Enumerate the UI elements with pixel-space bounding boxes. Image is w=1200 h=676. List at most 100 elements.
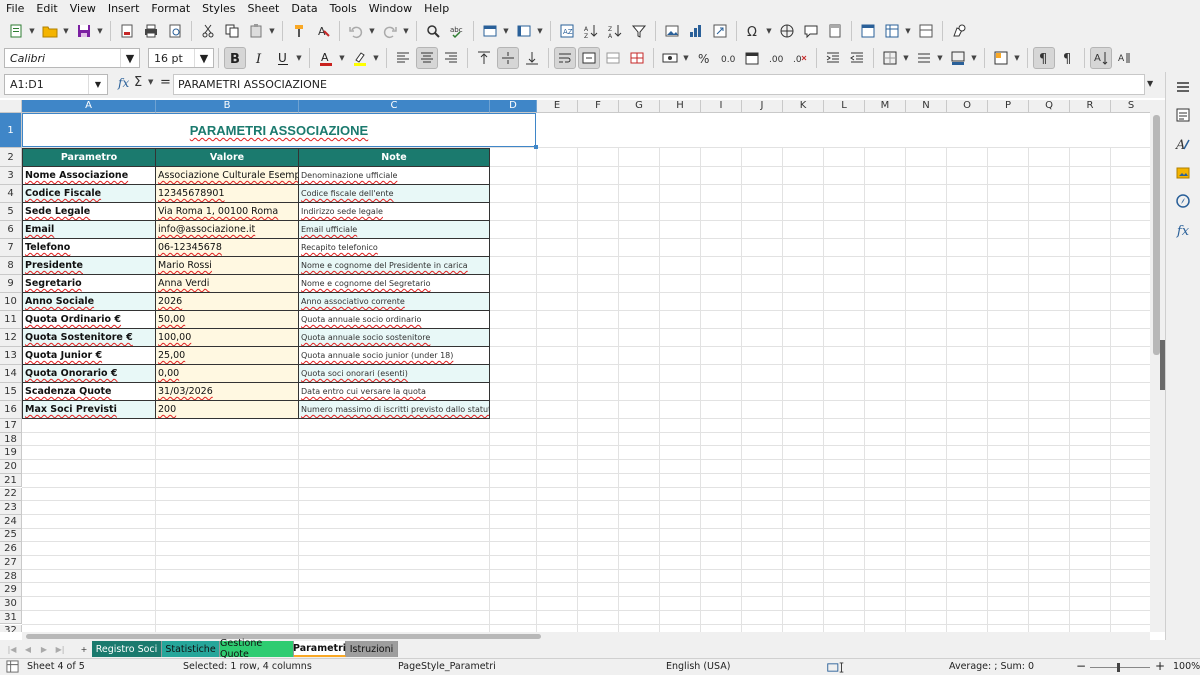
value-cell[interactable]: Associazione Culturale Esempio APS [156,167,299,185]
highlight-dropdown-icon[interactable]: ▼ [372,47,380,69]
freeze-dropdown-icon[interactable]: ▼ [904,20,912,42]
wrap-text-icon[interactable] [554,47,576,69]
row-header-3[interactable]: 3 [0,167,22,185]
menu-help[interactable]: Help [418,0,455,17]
value-cell[interactable]: 200 [156,401,299,419]
chevron-down-icon[interactable]: ▼ [194,49,213,67]
increase-indent-icon[interactable] [822,47,844,69]
redo-icon[interactable] [379,20,401,42]
row-header-15[interactable]: 15 [0,383,22,401]
column-header-j[interactable]: J [742,100,783,113]
vertical-scroll-thumb[interactable] [1153,115,1160,355]
name-box[interactable]: A1:D1 ▼ [4,74,108,95]
borders-icon[interactable] [879,47,901,69]
sort-ascending-icon[interactable]: AZ [580,20,602,42]
value-cell[interactable]: 06-12345678 [156,239,299,257]
spreadsheet-grid[interactable]: PARAMETRI ASSOCIAZIONE Parametro Valore No… [22,113,1150,632]
conditional-dropdown-icon[interactable]: ▼ [1013,47,1021,69]
align-left-icon[interactable] [392,47,414,69]
language[interactable]: English (USA) [666,661,730,672]
expand-formula-bar-icon[interactable]: ▼ [1147,79,1153,88]
conditional-format-icon[interactable] [990,47,1012,69]
properties-icon[interactable] [1174,106,1192,124]
row-header-1[interactable]: 1 [0,113,22,148]
zoom-slider-handle[interactable] [1117,663,1120,672]
find-replace-icon[interactable] [422,20,444,42]
param-cell[interactable]: Codice Fiscale [22,185,156,203]
decrease-indent-icon[interactable] [846,47,868,69]
value-cell[interactable]: 25,00 [156,347,299,365]
param-cell[interactable]: Anno Sociale [22,293,156,311]
header-cell-parametro[interactable]: Parametro [22,148,156,167]
row-header-26[interactable]: 26 [0,542,22,556]
row-header-9[interactable]: 9 [0,275,22,293]
unmerge-cells-icon[interactable] [626,47,648,69]
formula-icon[interactable]: = [160,75,171,90]
menu-tools[interactable]: Tools [324,0,363,17]
row-header-8[interactable]: 8 [0,257,22,275]
sidebar-resize-grip[interactable] [1160,340,1165,390]
define-print-area-icon[interactable] [857,20,879,42]
merge-cells-icon[interactable] [602,47,624,69]
row-header-7[interactable]: 7 [0,239,22,257]
split-window-icon[interactable] [915,20,937,42]
last-sheet-icon[interactable]: ▶| [54,643,66,655]
underline-icon[interactable]: U [272,47,294,69]
column-header-g[interactable]: G [619,100,660,113]
vertical-text-icon[interactable]: A [1114,47,1136,69]
currency-format-icon[interactable] [659,47,681,69]
value-cell[interactable]: 31/03/2026 [156,383,299,401]
row-dropdown-icon[interactable]: ▼ [502,20,510,42]
select-all-corner[interactable] [0,100,22,113]
zoom-level[interactable]: 100% [1173,661,1200,672]
row-header-19[interactable]: 19 [0,446,22,461]
special-character-icon[interactable]: Ω [742,20,764,42]
undo-icon[interactable] [345,20,367,42]
row-header-27[interactable]: 27 [0,556,22,570]
row-header-6[interactable]: 6 [0,221,22,239]
param-cell[interactable]: Email [22,221,156,239]
menu-edit[interactable]: Edit [30,0,63,17]
param-cell[interactable]: Max Soci Previsti [22,401,156,419]
row-header-25[interactable]: 25 [0,528,22,543]
border-color-dropdown-icon[interactable]: ▼ [970,47,978,69]
font-color-dropdown-icon[interactable]: ▼ [338,47,346,69]
sheet-tab-statistiche[interactable]: Statistiche [162,641,220,657]
note-cell[interactable]: Denominazione ufficiale [299,167,490,185]
row-header-21[interactable]: 21 [0,473,22,488]
sheet-tab-gestione-quote[interactable]: Gestione Quote [220,638,294,660]
horizontal-text-icon[interactable]: A [1090,47,1112,69]
menu-window[interactable]: Window [363,0,418,17]
gallery-icon[interactable] [1174,164,1192,182]
row-header-23[interactable]: 23 [0,501,22,515]
row-header-10[interactable]: 10 [0,293,22,311]
column-header-m[interactable]: M [865,100,906,113]
navigator-icon[interactable] [1174,192,1192,210]
param-cell[interactable]: Quota Sostenitore € [22,329,156,347]
delete-decimal-icon[interactable]: .0 [789,47,811,69]
copy-icon[interactable] [221,20,243,42]
text-direction-ltr-icon[interactable]: ¶ [1033,47,1055,69]
cut-icon[interactable] [197,20,219,42]
paste-icon[interactable] [245,20,267,42]
value-cell[interactable]: Mario Rossi [156,257,299,275]
zoom-in-icon[interactable]: + [1155,659,1165,673]
row-header-32[interactable]: 32 [0,624,22,632]
note-cell[interactable]: Quota soci onorari (esenti) [299,365,490,383]
param-cell[interactable]: Sede Legale [22,203,156,221]
row-header-16[interactable]: 16 [0,401,22,419]
undo-dropdown-icon[interactable]: ▼ [368,20,376,42]
row-header-2[interactable]: 2 [0,148,22,167]
sheet-tab-parametri[interactable]: Parametri [293,641,346,657]
save-icon[interactable] [73,20,95,42]
row-header-12[interactable]: 12 [0,329,22,347]
note-cell[interactable]: Quota annuale socio ordinario [299,311,490,329]
percent-format-icon[interactable]: % [693,47,715,69]
note-cell[interactable]: Data entro cui versare la quota [299,383,490,401]
param-cell[interactable]: Telefono [22,239,156,257]
menu-insert[interactable]: Insert [102,0,146,17]
value-cell[interactable]: 2026 [156,293,299,311]
column-header-n[interactable]: N [906,100,947,113]
redo-dropdown-icon[interactable]: ▼ [402,20,410,42]
sheet-tab-istruzioni[interactable]: Istruzioni [346,641,398,657]
